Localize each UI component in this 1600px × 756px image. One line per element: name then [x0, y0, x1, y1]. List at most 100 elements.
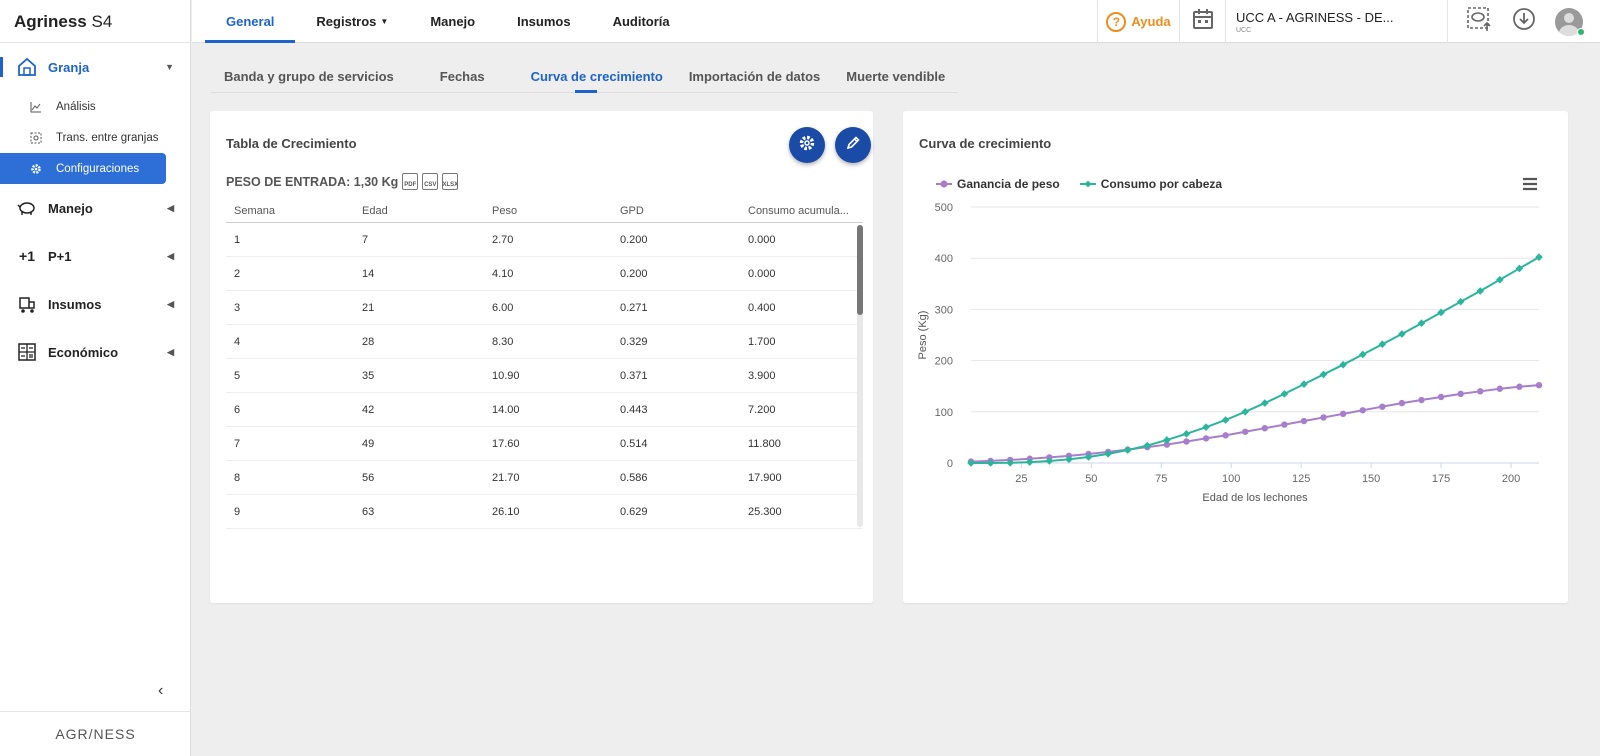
app-edition: S4 — [91, 12, 113, 31]
top-bar-right: ? Ayuda UCC A - AGRINESS - DE... UCC — [1097, 0, 1600, 43]
tab-auditoria[interactable]: Auditoría — [592, 0, 691, 43]
peso-entrada: PESO DE ENTRADA: 1,30 Kg PDF CSV XLSX — [226, 173, 459, 190]
app-logo[interactable]: Agriness S4 — [0, 0, 190, 43]
table-cell: 7.200 — [748, 403, 776, 416]
column-header[interactable]: Edad — [356, 205, 484, 217]
top-icons — [1447, 0, 1600, 43]
table-row[interactable]: 8 56 21.70 0.586 17.900 — [226, 461, 863, 495]
download-icon[interactable] — [1511, 6, 1537, 37]
data-point — [1398, 399, 1406, 407]
subtab-muerte[interactable]: Muerte vendible — [833, 66, 958, 92]
table-cell: 0.629 — [620, 505, 648, 518]
help-button[interactable]: ? Ayuda — [1097, 0, 1179, 43]
tab-general[interactable]: General — [205, 0, 296, 43]
table-cell: 1 — [234, 233, 241, 246]
sidebar-group-granja[interactable]: Granja ▼ — [0, 43, 190, 91]
table-cell: 17.60 — [492, 437, 520, 450]
x-tick-label: 75 — [1155, 473, 1167, 485]
table-cell: 56 — [362, 471, 375, 484]
growth-chart: 0 100 200 300 400 500 25 50 75 100 125 150 175 200 Eda… — [917, 202, 1543, 504]
x-tick-label: 150 — [1362, 473, 1380, 485]
x-tick-label: 25 — [1015, 473, 1027, 485]
calendar-icon — [1191, 7, 1215, 36]
data-point — [1202, 423, 1210, 431]
table-cell: 17.900 — [748, 471, 782, 484]
chevron-left-icon: ◀ — [167, 346, 174, 357]
table-cell: 8 — [234, 471, 241, 484]
table-scrollbar[interactable] — [857, 225, 863, 527]
sidebar-group-manejo[interactable]: Manejo ◀ — [0, 184, 190, 232]
table-row[interactable]: 2 14 4.10 0.200 0.000 — [226, 257, 863, 291]
table-row[interactable]: 1 7 2.70 0.200 0.000 — [226, 223, 863, 257]
table-cell: 28 — [362, 335, 375, 348]
data-point — [1183, 438, 1190, 445]
column-header[interactable]: Consumo acumula... — [740, 205, 862, 217]
y-tick-label: 0 — [947, 458, 953, 470]
table-cell: 21 — [362, 301, 375, 314]
farm-selector[interactable]: UCC A - AGRINESS - DE... UCC — [1225, 0, 1447, 43]
table-cell: 0.271 — [620, 301, 648, 314]
settings-subtabs: Banda y grupo de servicios Fechas Curva … — [211, 66, 959, 93]
y-axis-label: Peso (Kg) — [917, 311, 929, 360]
table-cell: 4 — [234, 335, 241, 348]
table-cell: 8.30 — [492, 335, 514, 348]
csv-export-icon[interactable]: CSV — [422, 173, 439, 190]
table-row[interactable]: 9 63 26.10 0.629 25.300 — [226, 495, 863, 529]
tab-label: General — [226, 14, 275, 29]
tab-registros[interactable]: Registros ▼ — [295, 0, 409, 43]
table-cell: 14.00 — [492, 403, 520, 416]
tab-label: Insumos — [517, 14, 571, 29]
table-cell: 7 — [234, 437, 241, 450]
tab-insumos[interactable]: Insumos — [496, 0, 591, 43]
table-row[interactable]: 5 35 10.90 0.371 3.900 — [226, 359, 863, 393]
barn-icon — [16, 56, 38, 78]
subtab-fechas[interactable]: Fechas — [407, 66, 518, 92]
column-header[interactable]: GPD — [612, 205, 740, 217]
data-point — [1358, 350, 1367, 359]
sidebar-group-label: P+1 — [48, 248, 72, 264]
y-tick-label: 400 — [935, 253, 953, 265]
tab-manejo[interactable]: Manejo — [409, 0, 496, 43]
settings-button[interactable] — [789, 127, 825, 163]
table-row[interactable]: 3 21 6.00 0.271 0.400 — [226, 291, 863, 325]
x-tick-label: 200 — [1502, 473, 1520, 485]
subtab-importacion[interactable]: Importación de datos — [676, 66, 833, 92]
sidebar-item-analisis[interactable]: Análisis — [0, 91, 190, 122]
footer-logo: AGR/NESS — [0, 711, 191, 756]
subtab-banda[interactable]: Banda y grupo de servicios — [211, 66, 407, 92]
table-row[interactable]: 6 42 14.00 0.443 7.200 — [226, 393, 863, 427]
data-point — [1320, 414, 1327, 421]
sidebar-group-economico[interactable]: Económico ◀ — [0, 328, 190, 376]
transfer-icon — [28, 132, 44, 144]
data-point — [1339, 360, 1347, 369]
data-point — [1202, 435, 1210, 442]
table-row[interactable]: 4 28 8.30 0.329 1.700 — [226, 325, 863, 359]
sidebar-group-insumos[interactable]: Insumos ◀ — [0, 280, 190, 328]
data-point — [1260, 399, 1269, 407]
table-row[interactable]: 7 49 17.60 0.514 11.800 — [226, 427, 863, 461]
scrollbar-thumb[interactable] — [857, 225, 863, 315]
chart-line-icon — [28, 101, 44, 113]
table-cell: 63 — [362, 505, 375, 518]
caret-down-icon: ▼ — [380, 17, 389, 26]
edit-button[interactable] — [835, 127, 871, 163]
user-menu[interactable] — [1555, 7, 1585, 36]
calendar-button[interactable] — [1179, 0, 1225, 43]
pig-icon — [16, 197, 38, 219]
column-header[interactable]: Peso — [484, 205, 612, 217]
column-header[interactable]: Semana — [226, 205, 356, 217]
xlsx-export-icon[interactable]: XLSX — [442, 173, 459, 190]
pdf-export-icon[interactable]: PDF — [402, 173, 419, 190]
x-tick-label: 175 — [1432, 473, 1450, 485]
data-point — [1182, 430, 1191, 438]
collapse-sidebar-icon[interactable]: ‹ — [158, 682, 163, 700]
x-tick-label: 50 — [1085, 473, 1097, 485]
data-point — [1477, 388, 1484, 395]
growth-table-card: Tabla de Crecimiento PESO DE ENTRADA: 1,… — [210, 111, 873, 603]
sidebar-group-p1[interactable]: +1 P+1 ◀ — [0, 232, 190, 280]
subtab-curva[interactable]: Curva de crecimiento — [518, 66, 676, 93]
data-point — [1535, 381, 1543, 389]
sidebar-item-trans[interactable]: Trans. entre granjas — [0, 122, 190, 153]
sidebar-item-configuraciones[interactable]: Configuraciones — [0, 153, 166, 184]
pig-upload-icon[interactable] — [1465, 5, 1493, 38]
